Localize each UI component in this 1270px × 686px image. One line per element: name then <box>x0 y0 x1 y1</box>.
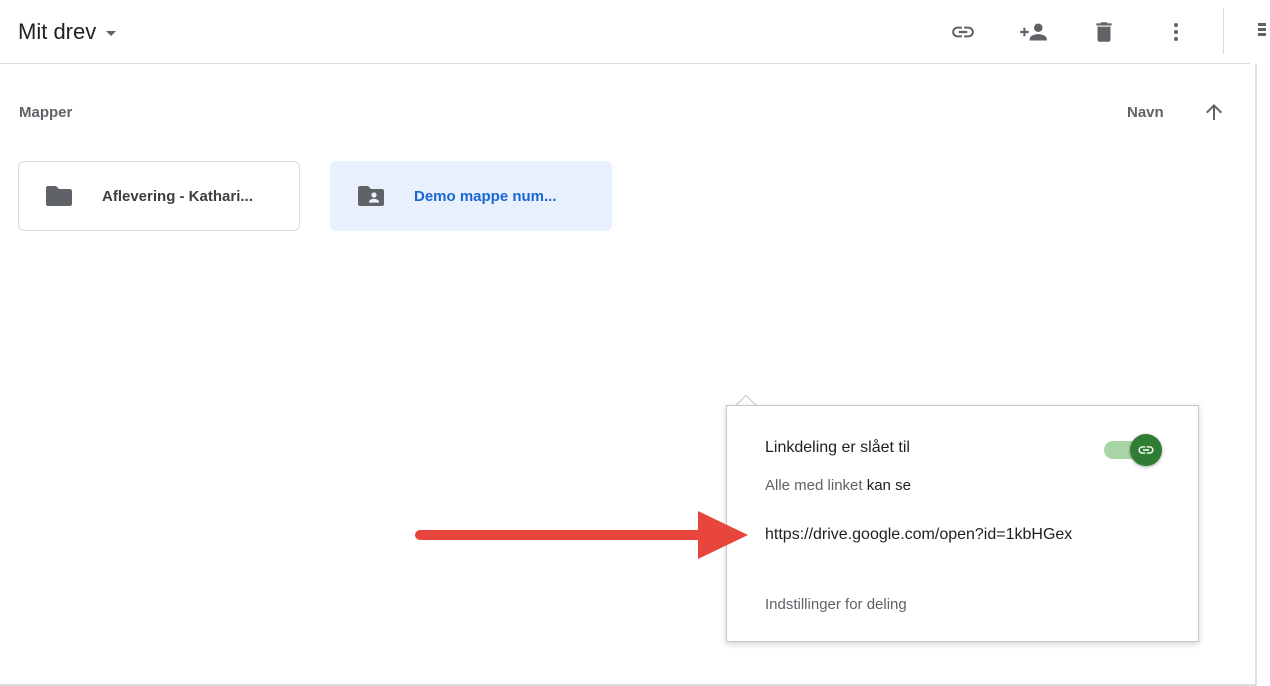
caret-down-icon <box>106 30 117 36</box>
toolbar-divider <box>1223 8 1224 54</box>
share-button[interactable] <box>1015 13 1053 51</box>
folder-card[interactable]: Aflevering - Kathari... <box>18 161 300 231</box>
share-link-field[interactable]: https://drive.google.com/open?id=1kbHGex <box>765 526 1185 544</box>
access-permission-dropdown[interactable]: kan se <box>867 477 911 494</box>
my-drive-dropdown[interactable]: Mit drev <box>18 16 117 48</box>
folder-name: Demo mappe num... <box>414 187 557 205</box>
annotation-arrow <box>415 511 748 559</box>
section-heading: Mapper <box>19 104 73 121</box>
sort-direction-button[interactable] <box>1202 100 1226 124</box>
link-icon <box>1138 446 1154 454</box>
link-icon <box>952 26 974 38</box>
access-audience: Alle med linket <box>765 477 863 494</box>
access-description: Alle med linket kan se <box>765 477 911 494</box>
link-sharing-status: Linkdeling er slået til <box>765 439 910 456</box>
top-toolbar: Mit drev <box>0 0 1266 64</box>
folder-card-selected[interactable]: Demo mappe num... <box>330 161 612 231</box>
get-link-button[interactable] <box>944 13 982 51</box>
more-actions-button[interactable] <box>1157 13 1195 51</box>
add-person-icon <box>1020 23 1047 41</box>
toggle-knob <box>1130 434 1162 466</box>
folder-name: Aflevering - Kathari... <box>102 187 253 205</box>
sharing-settings-link[interactable]: Indstillinger for deling <box>765 596 907 613</box>
page-title: Mit drev <box>18 19 97 44</box>
sort-by-name[interactable]: Navn <box>1127 104 1164 121</box>
shared-folder-icon <box>357 185 385 207</box>
delete-button[interactable] <box>1085 13 1123 51</box>
link-sharing-toggle[interactable] <box>1104 434 1166 466</box>
arrow-up-icon <box>1206 104 1222 120</box>
details-icon[interactable] <box>1256 22 1266 38</box>
trash-icon <box>1096 22 1112 42</box>
link-sharing-popup: Linkdeling er slået til Alle med linket … <box>726 405 1199 642</box>
more-vert-icon <box>1174 23 1178 41</box>
pane-divider <box>1255 64 1257 686</box>
folder-icon <box>45 185 73 207</box>
